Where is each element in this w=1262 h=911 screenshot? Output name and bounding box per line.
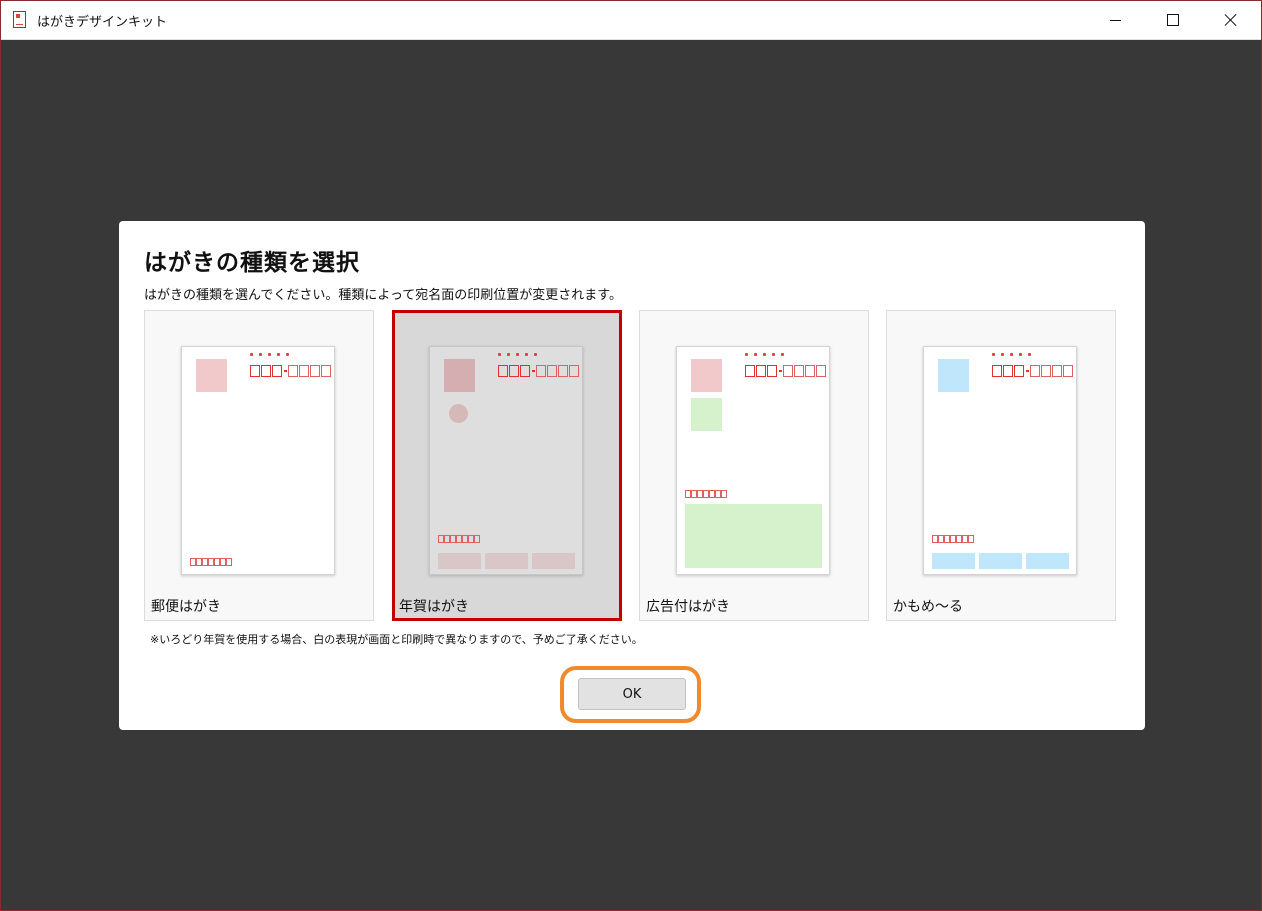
ok-button[interactable]: OK (578, 678, 686, 710)
zip-code-boxes (992, 364, 1074, 378)
stamp-area (444, 359, 475, 392)
lottery-number-boxes (438, 553, 575, 569)
card-new-year-postcard[interactable]: 年賀はがき (392, 310, 622, 621)
app-window: はがきデザインキット はがきの種類を選択 はがきの種類を選んでください。種類によ… (0, 0, 1262, 911)
zip-code-boxes (250, 364, 332, 378)
dialog-subtitle: はがきの種類を選んでください。種類によって宛名面の印刷位置が変更されます。 (144, 288, 623, 303)
card-label: かもめ～る (893, 599, 963, 615)
postcard-preview (429, 346, 583, 575)
postcard-preview (181, 346, 335, 575)
zip-code-boxes (745, 364, 827, 378)
postcard-preview (676, 346, 830, 575)
postcard-type-dialog: はがきの種類を選択 はがきの種類を選んでください。種類によって宛名面の印刷位置が… (119, 221, 1145, 730)
card-postal-postcard[interactable]: 郵便はがき (144, 310, 374, 621)
ad-area-large (685, 504, 822, 568)
title-bar: はがきデザインキット (1, 1, 1261, 40)
card-label: 郵便はがき (151, 599, 221, 615)
stamp-area (938, 359, 969, 392)
zip-furigana (745, 353, 805, 359)
maximize-button[interactable] (1144, 1, 1202, 39)
ad-area-small (691, 398, 722, 431)
zip-furigana (498, 353, 558, 359)
dialog-title: はがきの種類を選択 (144, 250, 360, 276)
sender-zip-boxes (190, 558, 232, 567)
zip-code-boxes (498, 364, 580, 378)
stamp-area (196, 359, 227, 392)
close-button[interactable] (1202, 1, 1260, 39)
lottery-number-boxes (932, 553, 1069, 569)
app-postcard-icon (13, 11, 26, 28)
close-icon (1224, 13, 1238, 27)
sender-zip-boxes (932, 535, 974, 544)
zip-furigana (250, 353, 310, 359)
card-ad-postcard[interactable]: 広告付はがき (639, 310, 869, 621)
sender-zip-boxes (438, 535, 480, 544)
zip-furigana (992, 353, 1052, 359)
postcard-preview (923, 346, 1077, 575)
card-label: 年賀はがき (399, 599, 469, 615)
irodori-note: ※いろどり年賀を使用する場合、白の表現が画面と印刷時で異なりますので、予めご了承… (150, 633, 643, 646)
stamp-area (691, 359, 722, 392)
minimize-button[interactable] (1086, 1, 1144, 39)
window-title: はがきデザインキット (37, 15, 168, 30)
maximize-icon (1167, 14, 1179, 26)
card-label: 広告付はがき (646, 599, 730, 615)
sender-zip-boxes (685, 490, 727, 499)
lottery-circle-mark (449, 404, 468, 423)
card-kamomail-postcard[interactable]: かもめ～る (886, 310, 1116, 621)
minimize-icon (1109, 19, 1121, 21)
postcard-type-list: 郵便はがき 年賀はがき 広告付はがき かもめ～る (144, 310, 1120, 623)
